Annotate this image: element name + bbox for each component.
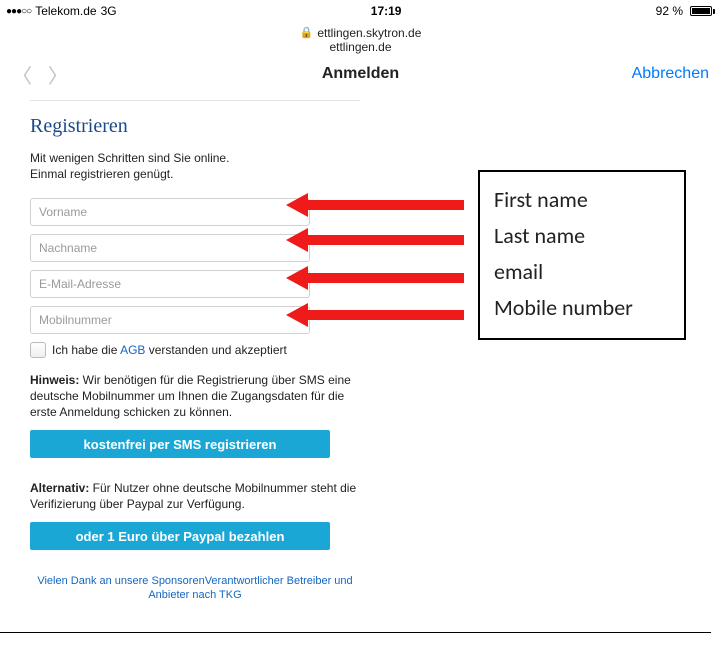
- ios-status-bar: ●●●○○ Telekom.de 3G 17:19 92 %: [0, 0, 721, 20]
- battery-percent: 92 %: [656, 4, 683, 18]
- annotation-arrow-mobile: [286, 306, 464, 324]
- consent-pre: Ich habe die: [52, 343, 120, 357]
- alt-note: Alternativ: Für Nutzer ohne deutsche Mob…: [30, 480, 360, 512]
- domain-short: ettlingen.de: [0, 40, 721, 54]
- email-field[interactable]: E-Mail-Adresse: [30, 270, 310, 298]
- battery-icon: [687, 6, 715, 16]
- intro-line2: Einmal registrieren genügt.: [30, 166, 360, 182]
- intro-text: Mit wenigen Schritten sind Sie online. E…: [30, 150, 360, 182]
- sms-note: Hinweis: Wir benötigen für die Registrie…: [30, 372, 360, 420]
- mobile-field[interactable]: Mobilnummer: [30, 306, 310, 334]
- sponsor-links: Vielen Dank an unsere SponsorenVerantwor…: [30, 574, 360, 602]
- carrier-label: Telekom.de: [35, 4, 96, 18]
- browser-address[interactable]: 🔒 ettlingen.skytron.de ettlingen.de: [0, 20, 721, 58]
- paypal-button[interactable]: oder 1 Euro über Paypal bezahlen: [30, 522, 330, 550]
- signal-dots-icon: ●●●○○: [6, 6, 31, 17]
- consent-text: Ich habe die AGB verstanden und akzeptie…: [52, 343, 287, 357]
- annotation-arrow-first: [286, 196, 464, 214]
- page-root: ●●●○○ Telekom.de 3G 17:19 92 % 🔒 ettling…: [0, 0, 721, 649]
- lock-icon: 🔒: [300, 26, 314, 40]
- clock: 17:19: [371, 4, 402, 18]
- divider: [30, 100, 360, 101]
- annotation-arrow-email: [286, 269, 464, 287]
- sponsor-link-1[interactable]: Vielen Dank an unsere Sponsoren: [37, 575, 204, 587]
- register-sms-button[interactable]: kostenfrei per SMS registrieren: [30, 430, 330, 458]
- network-label: 3G: [101, 4, 117, 18]
- legend-last: Last name: [494, 218, 670, 254]
- intro-line1: Mit wenigen Schritten sind Sie online.: [30, 150, 360, 166]
- forward-button[interactable]: 〉: [48, 60, 68, 89]
- back-button[interactable]: 〈: [12, 60, 32, 89]
- agb-link[interactable]: AGB: [120, 343, 145, 357]
- browser-toolbar: 〈 〉 Anmelden Abbrechen: [0, 58, 721, 90]
- agb-checkbox[interactable]: [30, 342, 46, 358]
- status-right: 92 %: [656, 4, 715, 18]
- page-heading: Registrieren: [30, 115, 360, 138]
- alt-label: Alternativ:: [30, 481, 89, 495]
- consent-row: Ich habe die AGB verstanden und akzeptie…: [30, 342, 360, 358]
- note-label: Hinweis:: [30, 373, 79, 387]
- lastname-field[interactable]: Nachname: [30, 234, 310, 262]
- legend-email: email: [494, 254, 670, 290]
- cancel-button[interactable]: Abbrechen: [632, 65, 709, 83]
- domain-full: ettlingen.skytron.de: [317, 26, 421, 40]
- legend-mobile: Mobile number: [494, 290, 670, 326]
- registration-form: Registrieren Mit wenigen Schritten sind …: [30, 90, 360, 602]
- bottom-rule: [0, 632, 711, 633]
- legend-first: First name: [494, 182, 670, 218]
- annotation-legend: First name Last name email Mobile number: [478, 170, 686, 340]
- consent-post: verstanden und akzeptiert: [145, 343, 286, 357]
- toolbar-title: Anmelden: [322, 65, 399, 83]
- firstname-field[interactable]: Vorname: [30, 198, 310, 226]
- annotation-arrow-last: [286, 231, 464, 249]
- note-text: Wir benötigen für die Registrierung über…: [30, 373, 351, 419]
- status-left: ●●●○○ Telekom.de 3G: [6, 4, 117, 18]
